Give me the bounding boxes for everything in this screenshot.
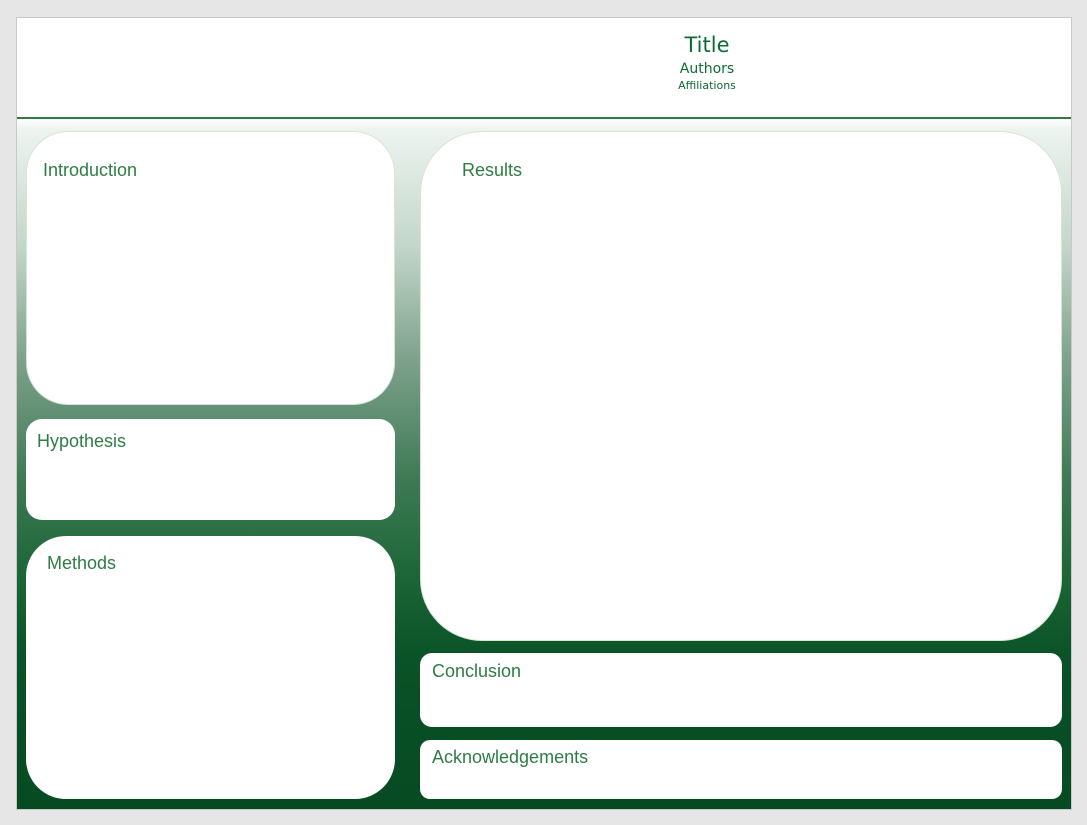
- acknowledgements-panel[interactable]: Acknowledgements: [420, 740, 1062, 799]
- acknowledgements-heading: Acknowledgements: [432, 747, 589, 767]
- poster-header: Title Authors Affiliations: [17, 18, 1071, 119]
- poster-title[interactable]: Title: [557, 32, 857, 58]
- poster-affiliations[interactable]: Affiliations: [557, 79, 857, 93]
- introduction-panel[interactable]: Introduction: [26, 131, 395, 405]
- introduction-heading: Introduction: [43, 160, 138, 180]
- conclusion-heading: Conclusion: [432, 661, 522, 681]
- results-panel[interactable]: Results: [420, 131, 1062, 641]
- methods-heading: Methods: [47, 553, 117, 573]
- title-block: Title Authors Affiliations: [557, 32, 857, 93]
- conclusion-panel[interactable]: Conclusion: [420, 653, 1062, 727]
- methods-panel[interactable]: Methods: [26, 536, 395, 799]
- hypothesis-heading: Hypothesis: [37, 431, 127, 451]
- poster-slide: Title Authors Affiliations Introduction …: [16, 17, 1072, 810]
- results-heading: Results: [462, 160, 523, 180]
- poster-authors[interactable]: Authors: [557, 60, 857, 78]
- hypothesis-panel[interactable]: Hypothesis: [26, 419, 395, 520]
